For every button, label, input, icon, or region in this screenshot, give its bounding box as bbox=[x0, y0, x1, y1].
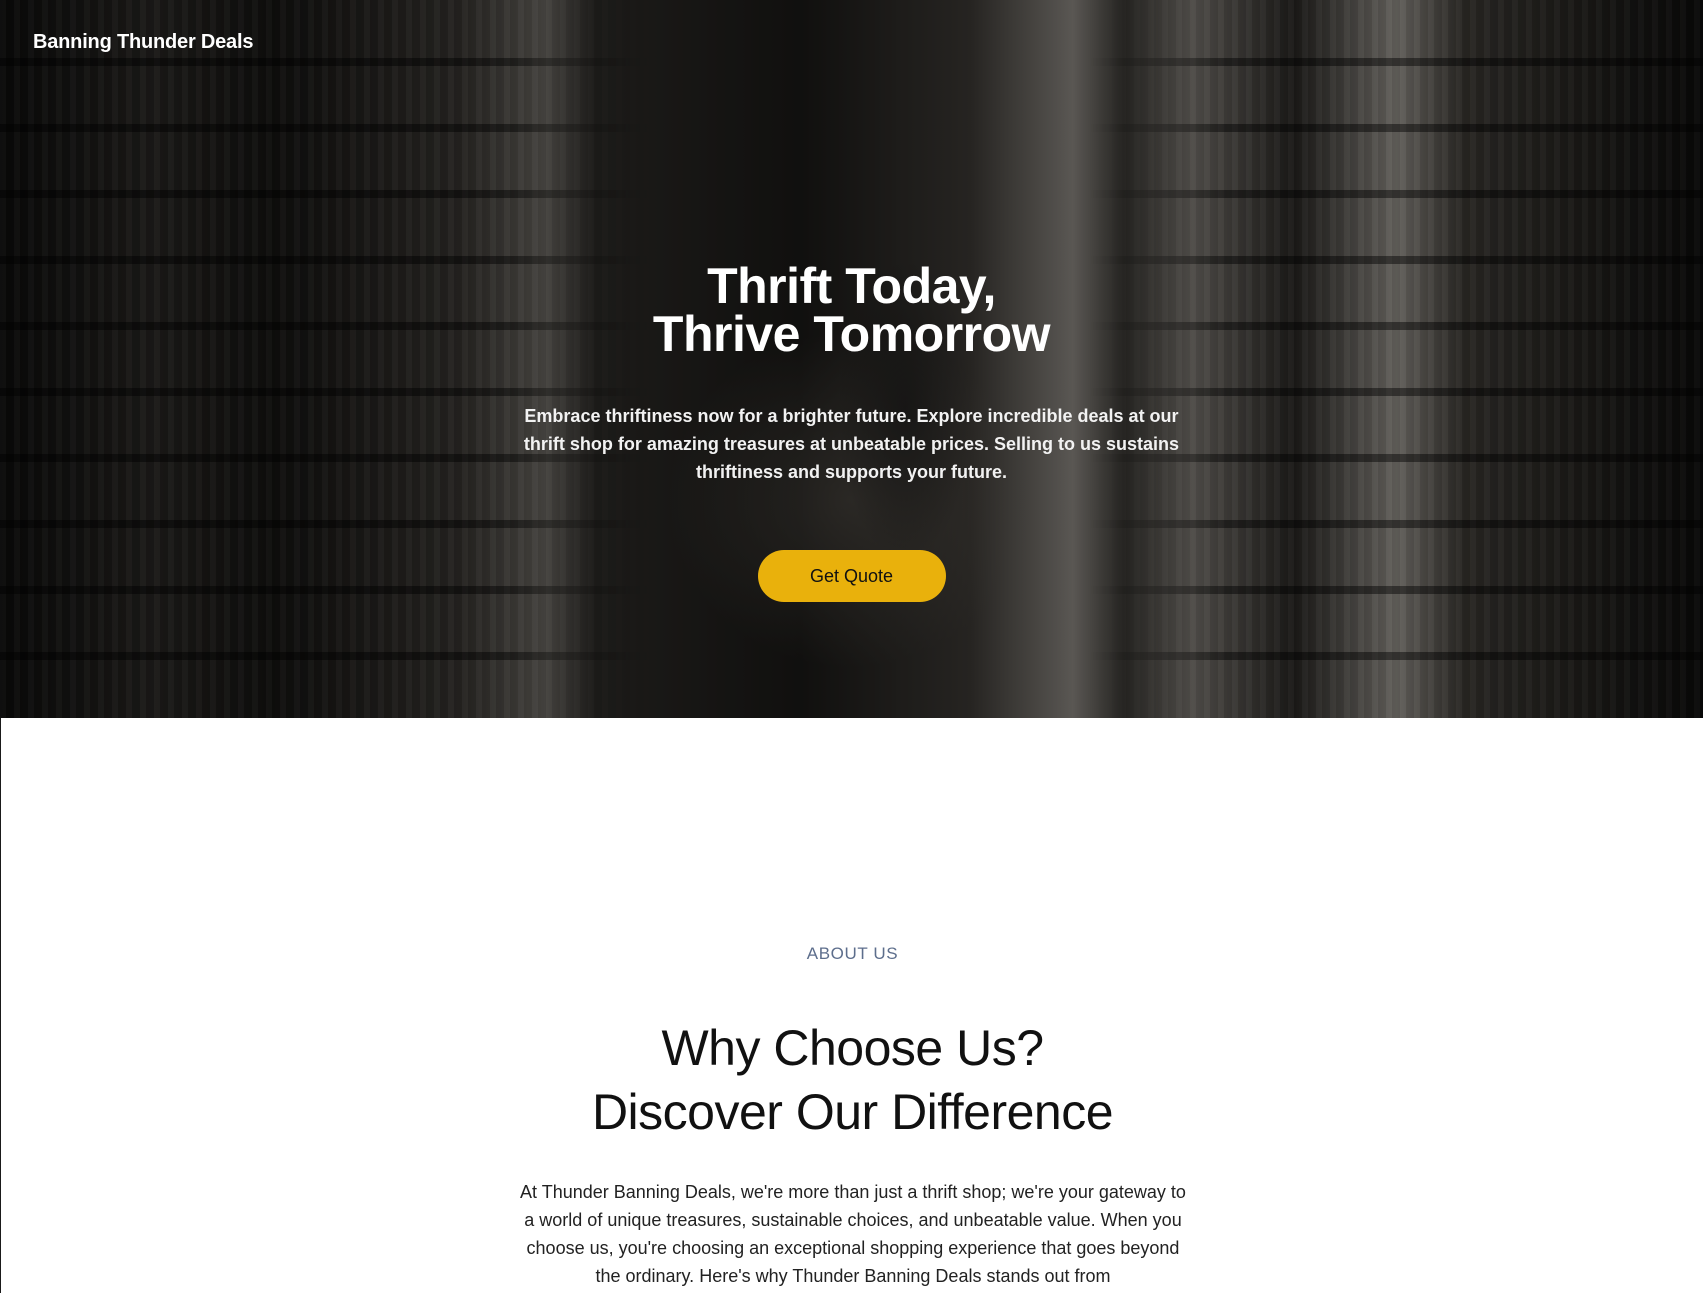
get-quote-button[interactable]: Get Quote bbox=[757, 550, 946, 602]
hero-title-line-2: Thrive Tomorrow bbox=[652, 306, 1051, 362]
about-title-line-2: Discover Our Difference bbox=[591, 1084, 1114, 1140]
hero-section: Banning Thunder Deals Thrift Today, Thri… bbox=[0, 0, 1703, 718]
hero-content: Thrift Today, Thrive Tomorrow Embrace th… bbox=[0, 258, 1703, 602]
about-eyebrow: ABOUT US bbox=[806, 944, 899, 963]
hero-subtitle: Embrace thriftiness now for a brighter f… bbox=[523, 406, 1180, 482]
brand-logo-link[interactable]: Banning Thunder Deals bbox=[33, 31, 253, 54]
about-section: ABOUT US Why Choose Us? Discover Our Dif… bbox=[0, 718, 1703, 1293]
hero-title-line-1: Thrift Today, bbox=[707, 258, 996, 314]
hero-title: Thrift Today, Thrive Tomorrow bbox=[0, 258, 1703, 362]
about-body-text: At Thunder Banning Deals, we're more tha… bbox=[520, 1182, 1186, 1286]
about-title-line-1: Why Choose Us? bbox=[661, 1020, 1044, 1076]
about-title: Why Choose Us? Discover Our Difference bbox=[1, 1016, 1703, 1144]
